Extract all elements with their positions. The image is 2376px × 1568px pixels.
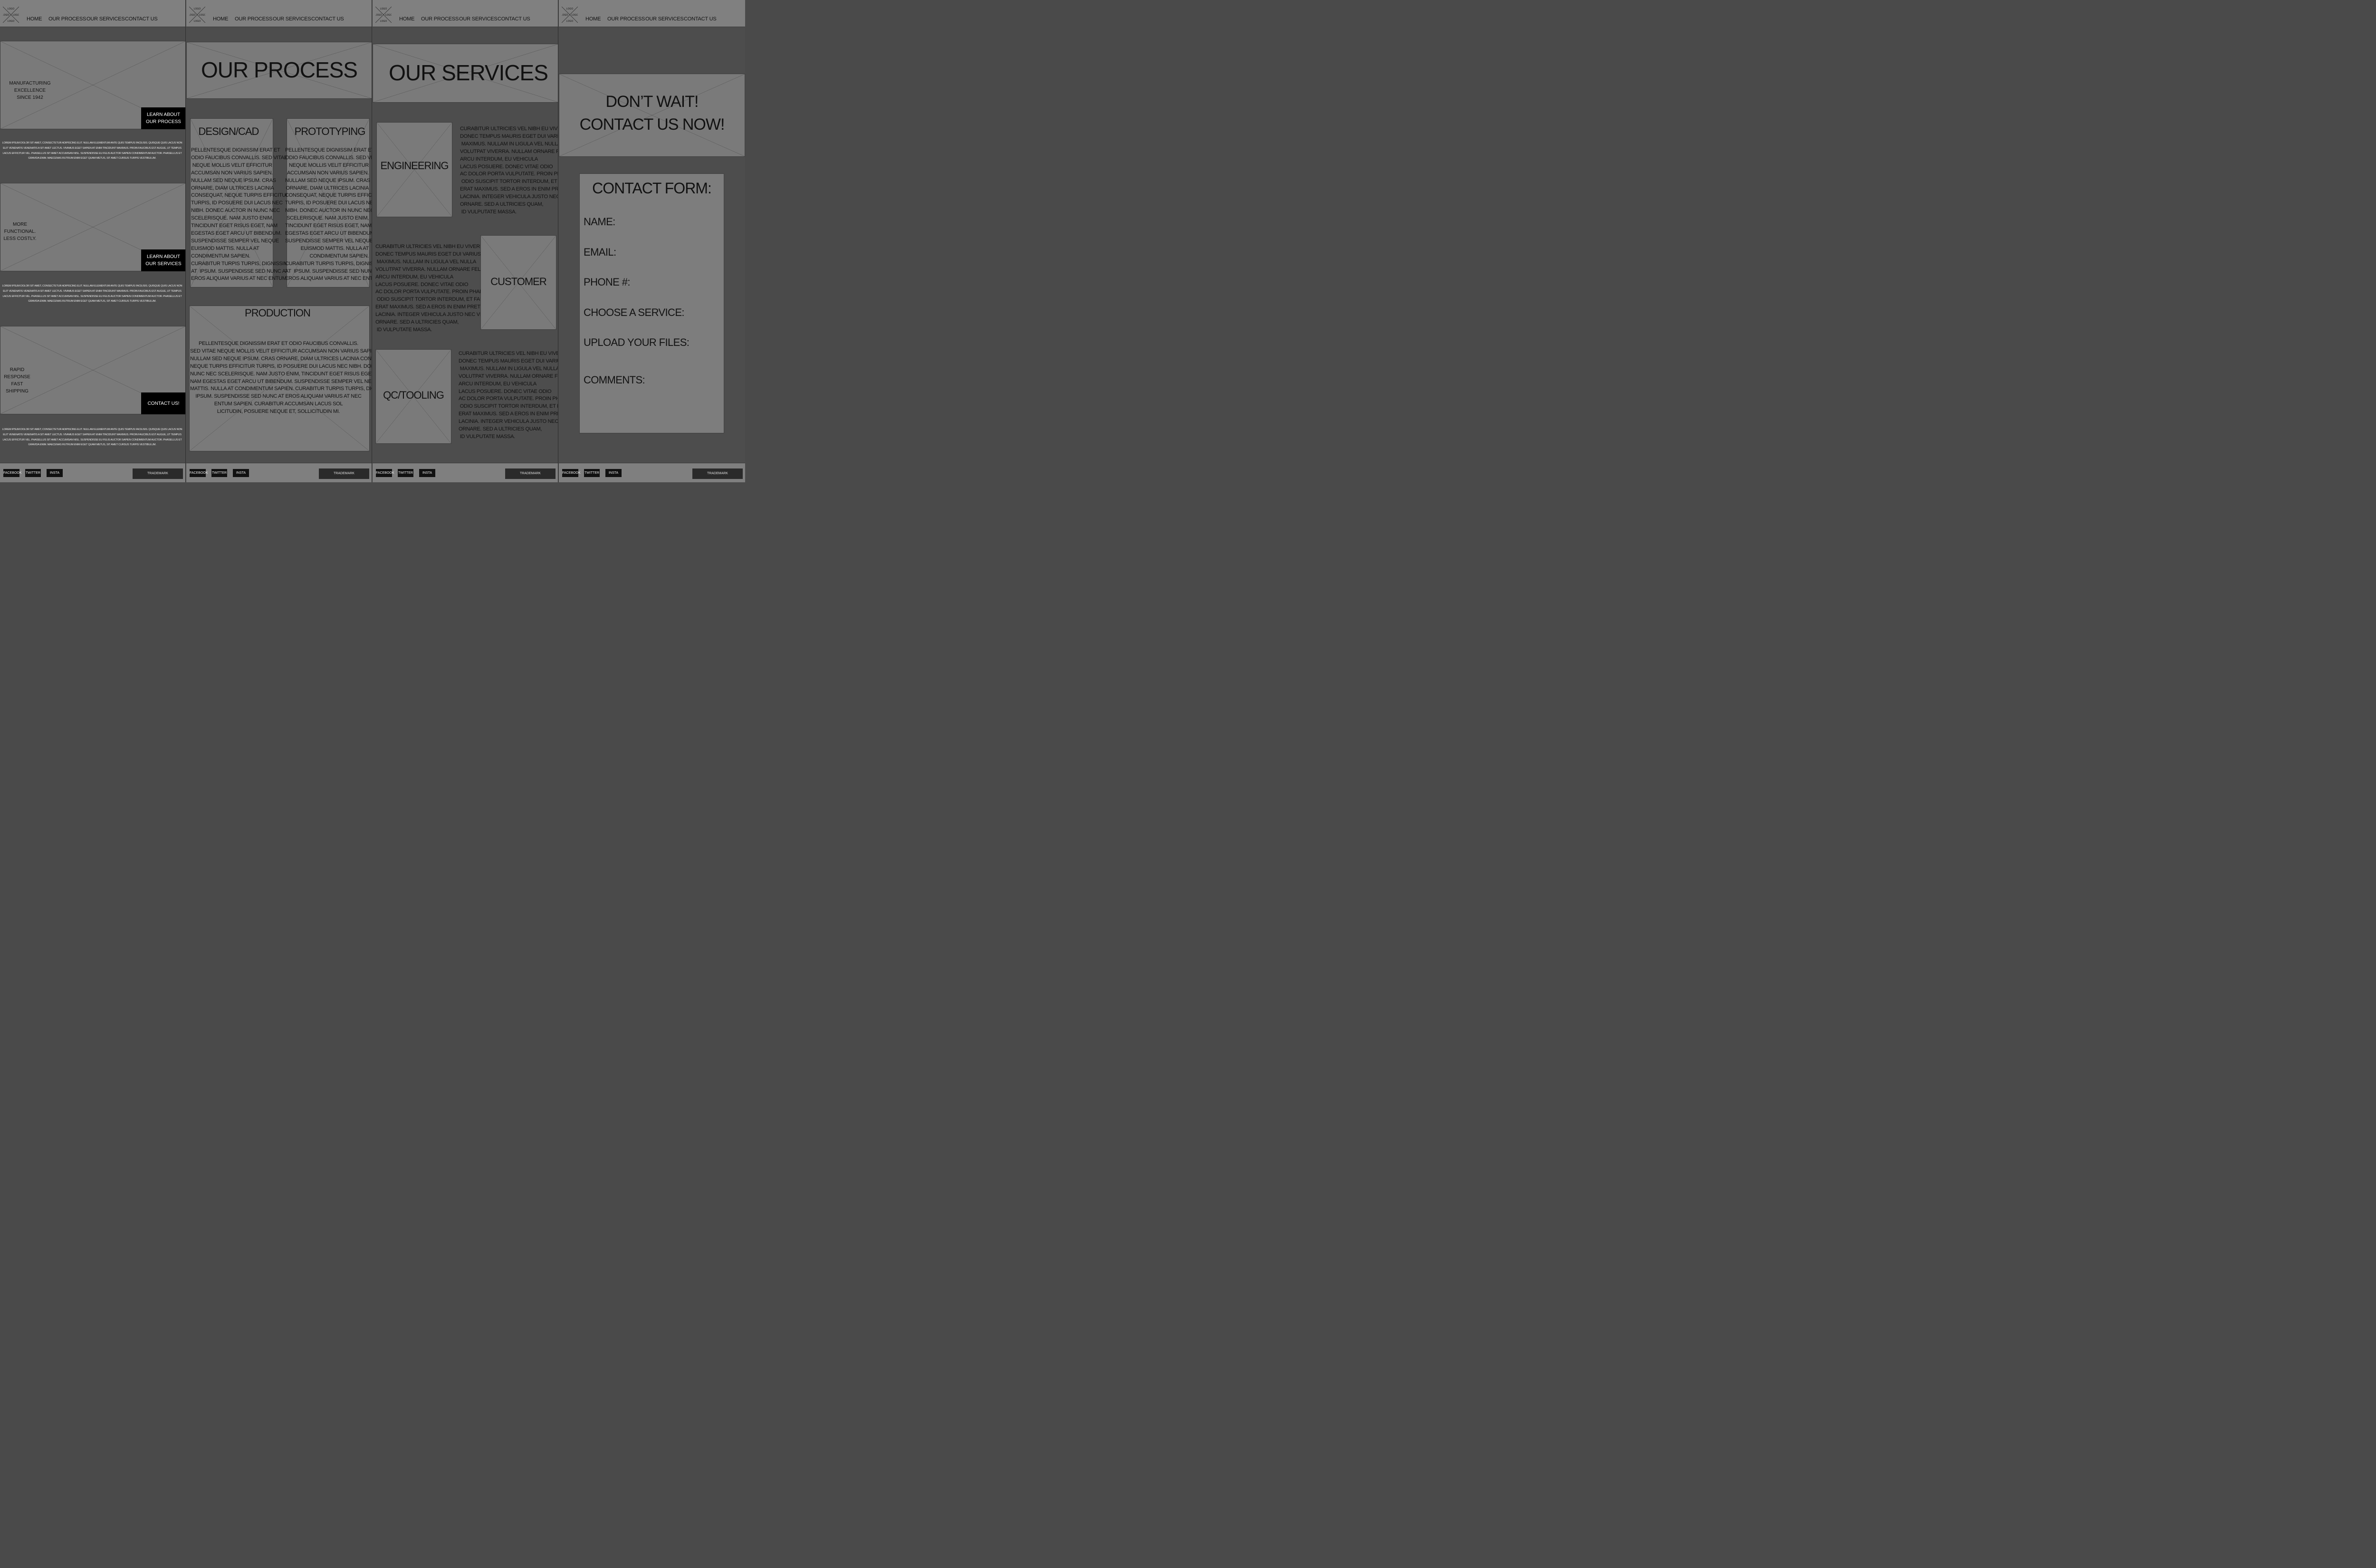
hero-3-text: RAPID RESPONSE FAST SHIPPING xyxy=(4,367,30,394)
logo-placeholder[interactable]: LOGO LOGO LOGO LOGO xyxy=(561,6,578,23)
nav-our-process[interactable]: OUR PROCESS xyxy=(607,16,645,22)
nav-our-process[interactable]: OUR PROCESS xyxy=(48,16,86,22)
top-nav: LOGO LOGO LOGO LOGO HOME OUR PROCESS OUR… xyxy=(373,0,558,27)
footer: FACEBOOK TWITTER INSTA TRADEMARK xyxy=(559,463,745,482)
nav-our-process[interactable]: OUR PROCESS xyxy=(421,16,459,22)
engineering-title: ENGINEERING xyxy=(380,160,449,172)
facebook-link[interactable]: FACEBOOK xyxy=(562,469,581,477)
home-paragraph-1: LOREM IPSUM DOLOR SIT AMET, CONSECTETUR … xyxy=(2,142,182,160)
nav-contact-us[interactable]: CONTACT US xyxy=(498,16,530,22)
footer: FACEBOOK TWITTER INSTA TRADEMARK xyxy=(0,463,185,482)
qc-text: CURABITUR ULTRICIES VEL NIBH EU VIVERRA.… xyxy=(459,351,558,440)
top-nav: LOGO LOGO LOGO LOGO HOME OUR PROCESS OUR… xyxy=(559,0,745,27)
logo-text: LOGO xyxy=(8,8,15,10)
top-nav: LOGO LOGO LOGO LOGO HOME OUR PROCESS OUR… xyxy=(0,0,185,27)
hero-2-text: MORE FUNCTIONAL. LESS COSTLY. xyxy=(3,222,37,241)
phone-field[interactable]: PHONE #: xyxy=(584,276,631,288)
nav-our-services[interactable]: OUR SERVICES xyxy=(459,16,498,22)
twitter-link[interactable]: TWITTER xyxy=(584,469,600,477)
svg-text:LOGO: LOGO xyxy=(194,8,201,10)
trademark: TRADEMARK xyxy=(505,468,556,479)
footer: FACEBOOK TWITTER INSTA TRADEMARK xyxy=(373,463,558,482)
insta-link[interactable]: INSTA xyxy=(233,469,249,477)
insta-link[interactable]: INSTA xyxy=(47,469,63,477)
svg-text:LOGO: LOGO xyxy=(375,14,382,17)
svg-text:LOGO: LOGO xyxy=(13,14,19,17)
trademark: TRADEMARK xyxy=(692,468,743,479)
nav-home[interactable]: HOME xyxy=(585,16,601,22)
design-text: PELLENTESQUE DIGNISSIM ERAT ET ODIO FAUC… xyxy=(191,147,289,282)
svg-text:LOGO: LOGO xyxy=(380,20,387,23)
trademark: TRADEMARK xyxy=(319,468,369,479)
nav-home[interactable]: HOME xyxy=(27,16,42,22)
qc-title: QC/TOOLING xyxy=(383,389,444,401)
svg-text:LOGO: LOGO xyxy=(562,14,568,17)
facebook-link[interactable]: FACEBOOK xyxy=(3,469,22,477)
logo-placeholder[interactable]: LOGO LOGO LOGO LOGO xyxy=(375,6,392,23)
hero-1-text: MANUFACTURING EXCELLENCE SINCE 1942 xyxy=(9,81,51,100)
form-title: CONTACT FORM: xyxy=(592,180,712,197)
facebook-link[interactable]: FACEBOOK xyxy=(190,469,208,477)
logo-placeholder[interactable]: LOGO LOGO LOGO LOGO xyxy=(189,6,206,23)
production-text: PELLENTESQUE DIGNISSIM ERAT ET ODIO FAUC… xyxy=(190,341,372,415)
nav-contact-us[interactable]: CONTACT US xyxy=(125,16,158,22)
nav-our-process[interactable]: OUR PROCESS xyxy=(235,16,272,22)
home-paragraph-2: LOREM IPSUM DOLOR SIT AMET, CONSECTETUR … xyxy=(2,285,182,303)
facebook-link[interactable]: FACEBOOK xyxy=(376,469,394,477)
file-upload[interactable]: UPLOAD YOUR FILES: xyxy=(584,336,690,349)
svg-text:LOGO: LOGO xyxy=(566,20,574,23)
nav-home[interactable]: HOME xyxy=(399,16,414,22)
prototyping-title: PROTOTYPING xyxy=(294,125,366,137)
page-title: OUR PROCESS xyxy=(201,57,358,82)
twitter-link[interactable]: TWITTER xyxy=(25,469,41,477)
home-paragraph-3: LOREM IPSUM DOLOR SIT AMET, CONSECTETUR … xyxy=(2,428,182,447)
page-title: OUR SERVICES xyxy=(389,60,548,85)
service-select[interactable]: CHOOSE A SERVICE: xyxy=(584,306,685,319)
engineering-text: CURABITUR ULTRICIES VEL NIBH EU VIVERRA.… xyxy=(460,126,558,215)
process-page: LOGO LOGO LOGO LOGO HOME OUR PROCESS OUR… xyxy=(186,0,372,482)
learn-process-button[interactable]: LEARN ABOUT OUR PROCESS xyxy=(141,107,185,129)
nav-home[interactable]: HOME xyxy=(213,16,228,22)
contact-form xyxy=(579,173,724,433)
customer-title: CUSTOMER xyxy=(490,276,547,287)
contact-page: LOGO LOGO LOGO LOGO HOME OUR PROCESS OUR… xyxy=(559,0,745,482)
insta-link[interactable]: INSTA xyxy=(419,469,435,477)
svg-text:LOGO: LOGO xyxy=(380,8,387,10)
comments-field[interactable]: COMMENTS: xyxy=(584,374,645,386)
svg-text:LOGO: LOGO xyxy=(572,14,578,17)
nav-our-services[interactable]: OUR SERVICES xyxy=(86,16,125,22)
contact-us-button[interactable]: CONTACT US! xyxy=(141,392,185,414)
services-page: LOGO LOGO LOGO LOGO HOME OUR PROCESS OUR… xyxy=(373,0,558,482)
twitter-link[interactable]: TWITTER xyxy=(211,469,227,477)
svg-text:LOGO: LOGO xyxy=(189,14,195,17)
svg-text:LOGO: LOGO xyxy=(385,14,392,17)
name-field[interactable]: NAME: xyxy=(584,216,615,228)
logo-placeholder[interactable]: LOGO LOGO LOGO LOGO xyxy=(2,6,19,23)
nav-our-services[interactable]: OUR SERVICES xyxy=(273,16,311,22)
svg-text:LOGO: LOGO xyxy=(194,20,201,23)
learn-services-button[interactable]: LEARN ABOUT OUR SERVICES xyxy=(141,249,185,271)
insta-link[interactable]: INSTA xyxy=(605,469,622,477)
nav-our-services[interactable]: OUR SERVICES xyxy=(645,16,684,22)
email-field[interactable]: EMAIL: xyxy=(584,246,616,258)
svg-text:LOGO: LOGO xyxy=(3,14,9,17)
svg-text:LOGO: LOGO xyxy=(199,14,205,17)
svg-text:LOGO: LOGO xyxy=(8,20,15,23)
design-title: DESIGN/CAD xyxy=(198,125,259,137)
footer: FACEBOOK TWITTER INSTA TRADEMARK xyxy=(186,463,372,482)
prototyping-text: PELLENTESQUE DIGNISSIM ERAT ET ODIO FAUC… xyxy=(285,147,372,282)
nav-contact-us[interactable]: CONTACT US xyxy=(684,16,717,22)
top-nav: LOGO LOGO LOGO LOGO HOME OUR PROCESS OUR… xyxy=(186,0,372,27)
nav-contact-us[interactable]: CONTACT US xyxy=(311,16,344,22)
contact-headline: DON’T WAIT! CONTACT US NOW! xyxy=(579,93,725,134)
svg-text:LOGO: LOGO xyxy=(566,8,574,10)
production-title: PRODUCTION xyxy=(245,307,311,319)
home-page: LOGO LOGO LOGO LOGO HOME OUR PROCESS OUR… xyxy=(0,0,186,482)
trademark: TRADEMARK xyxy=(133,468,183,479)
twitter-link[interactable]: TWITTER xyxy=(398,469,413,477)
